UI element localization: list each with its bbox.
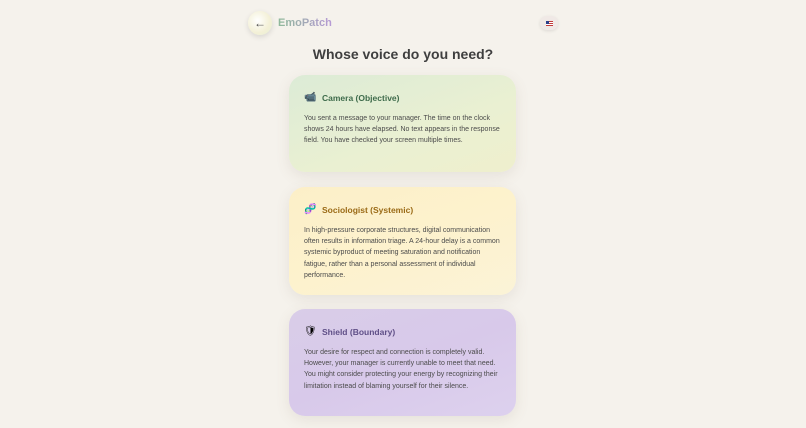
dna-icon: 🧬 xyxy=(304,204,317,215)
page-title: Whose voice do you need? xyxy=(312,46,494,62)
card-body: Your desire for respect and connection i… xyxy=(304,349,498,390)
card-body: You sent a message to your manager. The … xyxy=(304,115,500,145)
card-header: 🛡 Shield (Boundary) xyxy=(304,325,501,339)
card-camera-objective[interactable]: 📹 Camera (Objective) You sent a message … xyxy=(289,75,516,172)
back-button[interactable]: ← xyxy=(248,11,272,35)
card-title: Camera (Objective) xyxy=(322,93,400,103)
language-button[interactable] xyxy=(540,16,558,30)
card-body: In high-pressure corporate structures, d… xyxy=(304,227,500,279)
card-header: 📹 Camera (Objective) xyxy=(304,91,501,105)
page: ← EmoPatch Whose voice do you need? 📹 Ca… xyxy=(0,0,806,428)
card-title: Shield (Boundary) xyxy=(322,327,396,337)
camera-icon: 📹 xyxy=(304,92,317,103)
arrow-left-icon: ← xyxy=(254,16,266,30)
card-sociologist-systemic[interactable]: 🧬 Sociologist (Systemic) In high-pressur… xyxy=(289,187,516,295)
shield-icon: 🛡 xyxy=(304,326,317,337)
brand-logo-text: EmoPatch xyxy=(278,17,332,29)
card-shield-boundary[interactable]: 🛡 Shield (Boundary) Your desire for resp… xyxy=(289,309,516,416)
card-header: 🧬 Sociologist (Systemic) xyxy=(304,203,501,217)
header: ← EmoPatch xyxy=(248,11,558,37)
us-flag-icon xyxy=(545,20,553,26)
card-title: Sociologist (Systemic) xyxy=(322,205,414,215)
